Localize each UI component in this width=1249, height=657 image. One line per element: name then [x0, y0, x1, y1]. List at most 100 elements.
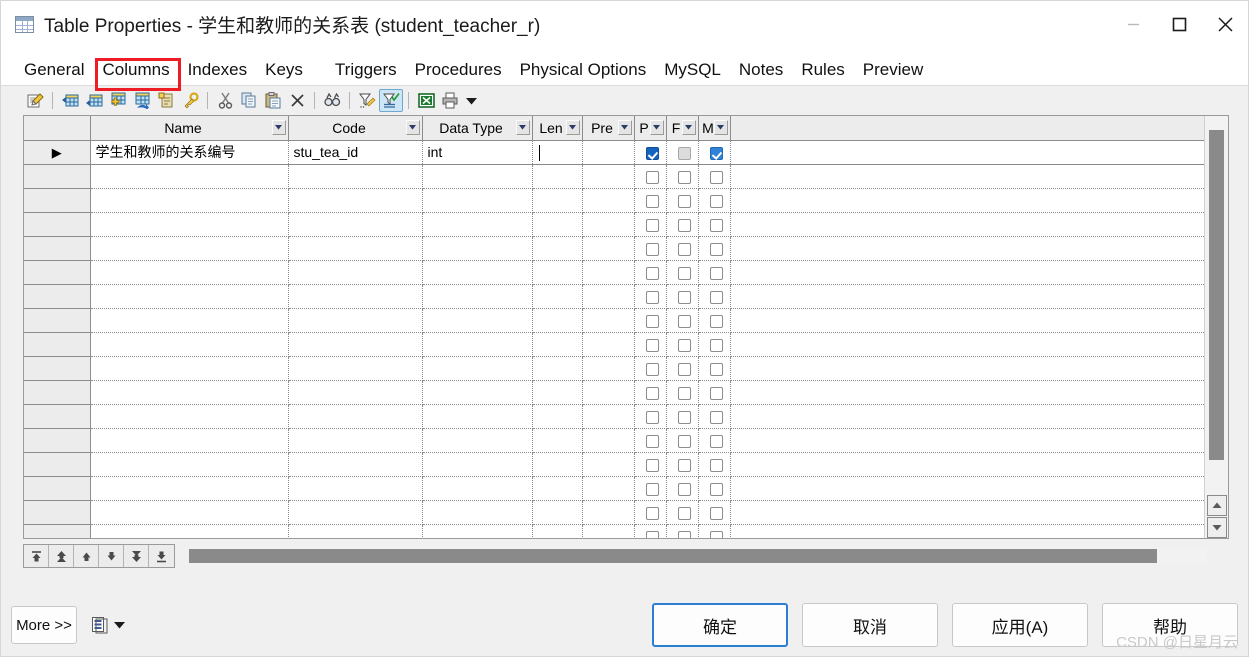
copy-icon[interactable]	[237, 89, 261, 112]
row-indicator-cell[interactable]	[24, 524, 91, 538]
cell-len[interactable]	[532, 164, 583, 189]
cell-len[interactable]	[532, 236, 583, 261]
cell-data-type[interactable]	[422, 404, 533, 429]
cell-pre[interactable]	[582, 212, 635, 237]
row-indicator-cell[interactable]	[24, 164, 91, 189]
cell-foreign-key[interactable]	[666, 236, 699, 261]
cell-code[interactable]	[288, 332, 423, 357]
cell-primary-key[interactable]	[634, 164, 667, 189]
row-indicator-cell[interactable]	[24, 188, 91, 213]
table-row[interactable]	[24, 188, 1204, 213]
cell-foreign-key[interactable]	[666, 380, 699, 405]
tab-notes[interactable]: Notes	[730, 61, 792, 85]
apply-button[interactable]: 应用(A)	[952, 603, 1088, 647]
cell-primary-key[interactable]	[634, 476, 667, 501]
mandatory-checkbox[interactable]	[710, 242, 723, 256]
table-row[interactable]	[24, 164, 1204, 189]
foreign-key-checkbox[interactable]	[678, 530, 691, 538]
cell-data-type[interactable]	[422, 332, 533, 357]
primary-key-checkbox[interactable]	[646, 386, 659, 400]
cell-foreign-key[interactable]	[666, 212, 699, 237]
cell-foreign-key[interactable]	[666, 500, 699, 525]
cell-pre[interactable]	[582, 260, 635, 285]
column-header-code[interactable]: Code	[288, 116, 423, 141]
cell-mandatory[interactable]	[698, 236, 731, 261]
table-row[interactable]	[24, 332, 1204, 357]
cell-name[interactable]	[90, 404, 289, 429]
cell-code[interactable]	[288, 164, 423, 189]
tab-general[interactable]: General	[15, 61, 93, 85]
cell-name[interactable]	[90, 284, 289, 309]
primary-key-checkbox[interactable]	[646, 482, 659, 496]
primary-key-checkbox[interactable]	[646, 338, 659, 352]
cell-pre[interactable]	[582, 284, 635, 309]
mandatory-checkbox[interactable]	[710, 170, 723, 184]
cell-foreign-key[interactable]	[666, 260, 699, 285]
row-indicator-cell[interactable]	[24, 356, 91, 381]
cancel-button[interactable]: 取消	[802, 603, 938, 647]
cell-foreign-key[interactable]	[666, 452, 699, 477]
table-row[interactable]	[24, 308, 1204, 333]
toolbar-overflow-caret-icon[interactable]	[462, 89, 480, 112]
cell-len[interactable]	[532, 188, 583, 213]
cell-len[interactable]	[532, 140, 583, 165]
cell-pre[interactable]	[582, 332, 635, 357]
row-indicator-cell[interactable]	[24, 308, 91, 333]
cell-foreign-key[interactable]	[666, 524, 699, 538]
print-icon[interactable]	[438, 89, 462, 112]
mandatory-checkbox[interactable]	[710, 194, 723, 208]
cell-primary-key[interactable]	[634, 404, 667, 429]
cell-pre[interactable]	[582, 236, 635, 261]
cell-foreign-key[interactable]	[666, 476, 699, 501]
cell-mandatory[interactable]	[698, 212, 731, 237]
table-row[interactable]	[24, 260, 1204, 285]
primary-key-checkbox[interactable]	[646, 458, 659, 472]
cell-name[interactable]: 学生和教师的关系编号	[90, 140, 289, 165]
cell-mandatory[interactable]	[698, 332, 731, 357]
cell-name[interactable]	[90, 236, 289, 261]
cell-mandatory[interactable]	[698, 524, 731, 538]
cell-name[interactable]	[90, 452, 289, 477]
primary-key-checkbox[interactable]	[646, 218, 659, 232]
cell-mandatory[interactable]	[698, 284, 731, 309]
insert-row-icon[interactable]	[58, 89, 82, 112]
cell-mandatory[interactable]	[698, 188, 731, 213]
cell-data-type[interactable]	[422, 380, 533, 405]
mandatory-checkbox[interactable]	[710, 266, 723, 280]
table-row[interactable]	[24, 476, 1204, 501]
cell-primary-key[interactable]	[634, 500, 667, 525]
cell-name[interactable]	[90, 380, 289, 405]
cell-primary-key[interactable]	[634, 308, 667, 333]
mandatory-checkbox[interactable]	[710, 314, 723, 328]
foreign-key-checkbox[interactable]	[678, 170, 691, 184]
cell-name[interactable]	[90, 212, 289, 237]
cell-data-type[interactable]	[422, 260, 533, 285]
primary-key-checkbox[interactable]	[646, 194, 659, 208]
cell-code[interactable]	[288, 500, 423, 525]
row-indicator-cell[interactable]	[24, 428, 91, 453]
foreign-key-checkbox[interactable]	[678, 410, 691, 424]
move-up-button[interactable]	[74, 545, 99, 567]
cell-foreign-key[interactable]	[666, 164, 699, 189]
column-header-name-dropdown-icon[interactable]	[271, 119, 286, 135]
properties-icon[interactable]	[23, 89, 47, 112]
cell-name[interactable]	[90, 332, 289, 357]
cell-mandatory[interactable]	[698, 260, 731, 285]
cell-primary-key[interactable]	[634, 452, 667, 477]
mandatory-checkbox[interactable]	[710, 290, 723, 304]
foreign-key-checkbox[interactable]	[678, 338, 691, 352]
cell-data-type[interactable]	[422, 476, 533, 501]
cell-len[interactable]	[532, 260, 583, 285]
column-header-data-type-dropdown-icon[interactable]	[515, 119, 530, 135]
foreign-key-checkbox[interactable]	[678, 482, 691, 496]
cell-mandatory[interactable]	[698, 140, 731, 165]
cell-pre[interactable]	[582, 380, 635, 405]
row-indicator-cell[interactable]	[24, 284, 91, 309]
cell-name[interactable]	[90, 260, 289, 285]
foreign-key-checkbox[interactable]	[678, 194, 691, 208]
tab-triggers[interactable]: Triggers	[326, 61, 406, 85]
tab-keys[interactable]: Keys	[256, 61, 312, 85]
column-header-p[interactable]: P	[634, 116, 667, 141]
row-indicator-cell[interactable]	[24, 212, 91, 237]
cell-foreign-key[interactable]	[666, 404, 699, 429]
